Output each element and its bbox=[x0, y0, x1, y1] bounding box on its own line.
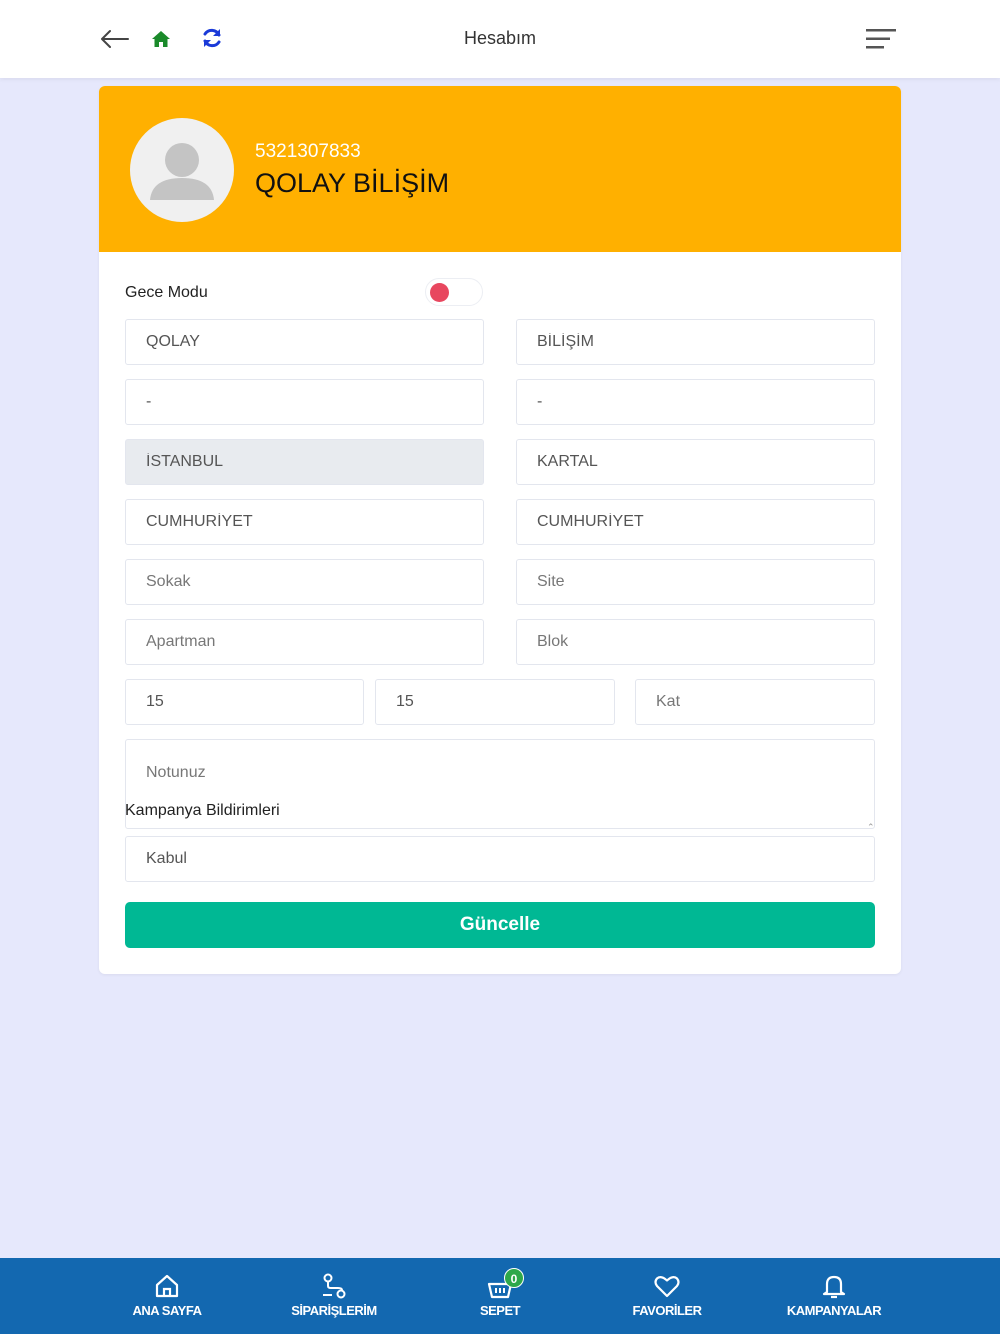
building-no-field[interactable] bbox=[125, 679, 364, 725]
door-no-field[interactable] bbox=[375, 679, 615, 725]
campaign-notifications-label: Kampanya Bildirimleri bbox=[125, 802, 280, 819]
nav-item-home[interactable]: ANA SAYFA bbox=[97, 1258, 237, 1334]
nav-item-campaigns[interactable]: KAMPANYALAR bbox=[764, 1258, 904, 1334]
bell-icon bbox=[822, 1275, 846, 1299]
main-street-field[interactable] bbox=[516, 499, 875, 545]
street-field[interactable] bbox=[125, 559, 484, 605]
user-placeholder-icon bbox=[150, 143, 214, 200]
nav-label-orders: SİPARİŞLERİM bbox=[291, 1303, 377, 1318]
top-bar: Hesabım bbox=[0, 0, 1000, 78]
night-mode-label: Gece Modu bbox=[125, 284, 208, 301]
nav-label-favorites: FAVORİLER bbox=[632, 1303, 702, 1318]
city-field bbox=[125, 439, 484, 485]
hamburger-menu-icon[interactable] bbox=[864, 26, 898, 52]
district-field[interactable] bbox=[516, 439, 875, 485]
profile-header: 5321307833 QOLAY BİLİŞİM bbox=[99, 86, 901, 252]
campaign-select[interactable] bbox=[125, 836, 875, 882]
nav-item-favorites[interactable]: FAVORİLER bbox=[597, 1258, 737, 1334]
cart-count-badge: 0 bbox=[504, 1268, 524, 1288]
nav-label-home: ANA SAYFA bbox=[132, 1303, 202, 1318]
profile-name: QOLAY BİLİŞİM bbox=[255, 168, 450, 198]
last-name-field[interactable] bbox=[516, 319, 875, 365]
resize-handle-icon[interactable]: ⌃ bbox=[867, 822, 875, 833]
page-title: Hesabım bbox=[463, 28, 537, 48]
heart-icon bbox=[654, 1276, 680, 1298]
neighborhood-field[interactable] bbox=[125, 499, 484, 545]
field-4[interactable] bbox=[516, 379, 875, 425]
block-field[interactable] bbox=[516, 619, 875, 665]
floor-field[interactable] bbox=[635, 679, 875, 725]
toggle-knob bbox=[430, 283, 449, 302]
night-mode-toggle[interactable] bbox=[425, 278, 483, 306]
bottom-nav: ANA SAYFA SİPARİŞLERİM 0 SEPET FAVORİLER… bbox=[0, 1258, 1000, 1334]
home-icon bbox=[155, 1274, 179, 1298]
first-name-field[interactable] bbox=[125, 319, 484, 365]
avatar bbox=[130, 118, 234, 222]
nav-item-orders[interactable]: SİPARİŞLERİM bbox=[264, 1258, 404, 1334]
update-button[interactable]: Güncelle bbox=[125, 902, 875, 948]
site-field[interactable] bbox=[516, 559, 875, 605]
apartment-field[interactable] bbox=[125, 619, 484, 665]
nav-item-cart[interactable]: 0 SEPET bbox=[430, 1258, 570, 1334]
field-3[interactable] bbox=[125, 379, 484, 425]
account-card: 5321307833 QOLAY BİLİŞİM Gece Modu ⌃ Kam… bbox=[99, 86, 901, 974]
profile-phone: 5321307833 bbox=[255, 141, 361, 162]
nav-label-campaigns: KAMPANYALAR bbox=[786, 1303, 882, 1318]
route-icon bbox=[323, 1273, 346, 1299]
nav-label-cart: SEPET bbox=[479, 1303, 521, 1318]
